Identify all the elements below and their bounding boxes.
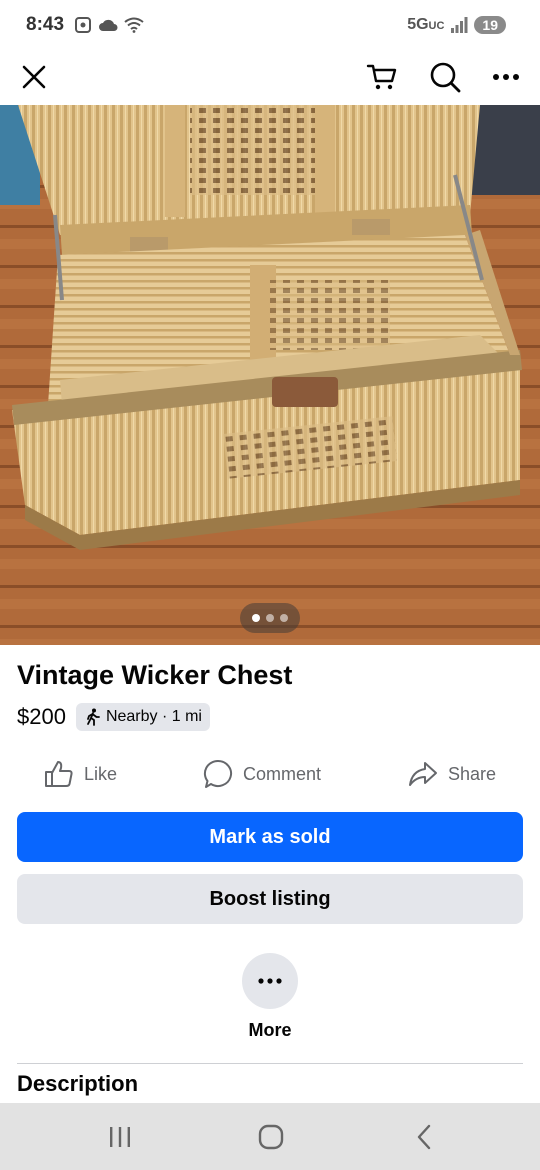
status-left: 8:43: [26, 14, 144, 36]
listing-price: $200: [17, 704, 66, 729]
like-icon: [45, 761, 73, 787]
walking-icon: [87, 708, 100, 726]
recent-apps-button[interactable]: [100, 1117, 140, 1157]
top-toolbar: [0, 50, 540, 105]
price-row: $200 Nearby · 1 mi: [17, 703, 210, 731]
description-heading: Description: [17, 1071, 139, 1096]
network-type: 5G: [407, 16, 429, 33]
status-bar: 8:43 5GUC 19: [0, 0, 540, 50]
boost-listing-button[interactable]: Boost listing: [17, 874, 523, 924]
network-suffix: UC: [428, 20, 445, 32]
more-button[interactable]: [242, 953, 298, 1009]
back-icon: [417, 1124, 431, 1150]
close-icon: [22, 65, 46, 89]
comment-label: Comment: [243, 763, 322, 784]
recent-apps-icon: [110, 1127, 130, 1147]
wicker-chest-image: [0, 105, 540, 645]
location-chip-label: Nearby · 1 mi: [105, 708, 202, 725]
battery-indicator: 19: [474, 16, 506, 34]
more-label: More: [248, 1020, 292, 1040]
comment-icon: [203, 759, 233, 788]
system-nav-bar: [0, 1103, 540, 1170]
pager-dot: [280, 614, 288, 622]
share-button[interactable]: Share: [408, 752, 496, 796]
close-button[interactable]: [12, 55, 56, 99]
back-button[interactable]: [404, 1117, 444, 1157]
screenshot-icon: [75, 17, 92, 33]
action-row: Like Comment Share: [0, 752, 540, 796]
share-label: Share: [448, 763, 497, 784]
status-notification-icons: [74, 16, 144, 34]
like-label: Like: [84, 763, 118, 784]
like-button[interactable]: Like: [44, 752, 117, 796]
listing-title: Vintage Wicker Chest: [17, 660, 293, 690]
section-divider: [17, 1063, 523, 1064]
signal-icon: [451, 17, 468, 33]
home-icon: [258, 1124, 284, 1150]
search-icon: [430, 62, 461, 93]
share-icon: [409, 762, 437, 786]
listing-photo[interactable]: [0, 105, 540, 645]
pager-dot: [266, 614, 274, 622]
location-chip[interactable]: Nearby · 1 mi: [75, 703, 210, 731]
status-right: 5GUC 19: [407, 16, 506, 34]
cloud-icon: [99, 19, 118, 31]
mark-as-sold-button[interactable]: Mark as sold: [17, 812, 523, 862]
cart-button[interactable]: [360, 55, 404, 99]
status-time: 8:43: [26, 14, 65, 35]
more-horizontal-icon: [258, 978, 282, 984]
pager-dot-active: [252, 614, 260, 622]
more-horizontal-icon: [493, 74, 519, 80]
comment-button[interactable]: Comment: [203, 752, 321, 796]
wifi-icon: [124, 17, 144, 33]
network-label: 5GUC: [407, 16, 444, 34]
photo-pager: [240, 603, 300, 633]
home-button[interactable]: [251, 1117, 291, 1157]
cart-icon: [366, 64, 397, 90]
more-options-button[interactable]: [484, 55, 528, 99]
search-button[interactable]: [423, 55, 467, 99]
